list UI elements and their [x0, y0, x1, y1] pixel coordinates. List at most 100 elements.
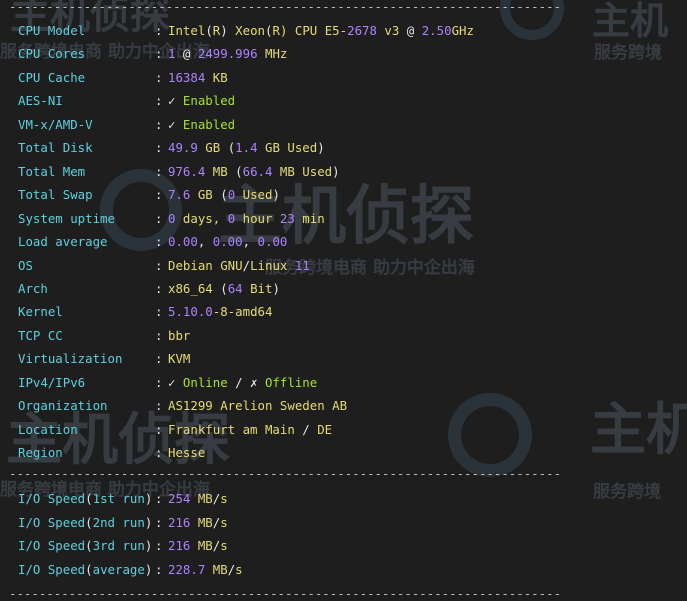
value-token: Xeon	[227, 23, 266, 38]
key-token: 2nd run	[92, 514, 145, 530]
key-token: I/O Speed	[18, 491, 86, 506]
info-value: 7.6 GB (0 Used)	[168, 187, 280, 203]
value-token: 254	[168, 491, 191, 506]
info-key: CPU Cores	[18, 46, 86, 62]
io-separator: :	[155, 514, 163, 530]
info-separator: :	[155, 351, 163, 367]
separator-mid: ----------------------------------------…	[9, 467, 562, 481]
io-key: I/O Speed(average)	[18, 562, 152, 578]
info-value: KVM	[168, 351, 190, 367]
key-token: )	[144, 491, 153, 506]
info-value: 49.9 GB (1.4 GB Used)	[168, 140, 325, 156]
key-token: I/O Speed	[18, 538, 86, 553]
key-token: I/O Speed	[18, 561, 86, 577]
value-token: 216	[168, 538, 191, 553]
info-key: Location	[18, 421, 78, 437]
info-separator: :	[155, 304, 163, 320]
value-token: KB	[205, 69, 228, 85]
info-value: 16384 KB	[168, 70, 228, 86]
key-token: (	[85, 538, 93, 553]
value-token: AS1299 Arelion Sweden AB	[168, 398, 348, 414]
value-token: Enabled	[175, 116, 236, 132]
value-token: (	[265, 23, 273, 38]
key-token: )	[144, 538, 153, 553]
info-key: Arch	[18, 280, 48, 296]
info-key: System uptime	[18, 210, 115, 226]
info-separator: :	[155, 257, 163, 273]
info-separator: :	[155, 327, 163, 343]
value-token: Hesse	[168, 445, 206, 461]
value-token: 49.9	[168, 140, 198, 156]
value-token: GB	[197, 140, 228, 156]
info-separator: :	[155, 23, 163, 38]
separator-bottom: ----------------------------------------…	[9, 587, 562, 601]
value-token: x86_64	[168, 280, 221, 296]
value-token: /	[302, 421, 310, 437]
value-token: 23	[279, 210, 295, 226]
key-token: 1st run	[92, 491, 145, 506]
info-separator: :	[155, 116, 163, 132]
value-token: MB	[205, 163, 236, 179]
info-separator: :	[155, 187, 163, 203]
key-token: I/O Speed	[18, 514, 86, 530]
value-token: s	[220, 514, 228, 530]
value-token: )	[332, 163, 340, 179]
value-token: s	[220, 491, 228, 506]
terminal-output[interactable]: 主机侦探 服务跨境电商 助力中企出海 主机 服务跨境 主机侦探 服务跨境电商 助…	[0, 0, 687, 601]
value-token: 0.00	[212, 234, 243, 250]
info-value: Debian GNU/Linux 11	[168, 258, 310, 274]
key-token: (	[85, 491, 93, 506]
io-key: I/O Speed(1st run)	[18, 491, 152, 507]
value-token: Offline	[257, 374, 318, 390]
info-separator: :	[155, 280, 163, 296]
value-token: @	[175, 46, 198, 62]
value-token: (	[205, 23, 213, 38]
info-value: 0 days, 0 hour 23 min	[168, 211, 325, 227]
info-key: TCP CC	[18, 327, 63, 343]
info-value: 5.10.0-8-amd64	[168, 304, 272, 320]
value-token: )	[220, 23, 228, 38]
separator-top: ----------------------------------------…	[9, 0, 562, 14]
value-token: MB	[205, 561, 228, 577]
watermark-logo-icon	[448, 393, 532, 477]
info-key: IPv4/IPv6	[18, 374, 86, 390]
key-token: average	[92, 561, 145, 577]
info-key: CPU Model	[18, 23, 86, 38]
value-token: s	[235, 561, 243, 577]
value-token: 0.00	[257, 234, 288, 250]
io-key: I/O Speed(2nd run)	[18, 515, 152, 531]
io-separator: :	[155, 538, 163, 553]
value-token: (	[220, 187, 228, 203]
value-token: )	[272, 187, 280, 203]
value-token: min	[294, 210, 325, 226]
value-token: v3	[376, 23, 407, 38]
value-token: 1.4	[235, 140, 258, 156]
value-token: Bit	[242, 280, 273, 296]
value-token: /	[242, 257, 251, 273]
value-token: 0.00	[168, 234, 198, 250]
value-token: MB	[190, 538, 213, 553]
io-value: 254 MB/s	[168, 491, 228, 507]
value-token: 16384	[168, 69, 206, 85]
value-token: ,	[242, 234, 258, 250]
value-token: Linux	[250, 257, 295, 273]
info-separator: :	[155, 69, 163, 85]
value-token: )	[272, 280, 280, 296]
io-value: 216 MB/s	[168, 538, 228, 554]
info-separator: :	[155, 46, 163, 62]
value-token: hour	[235, 210, 280, 226]
value-token: bbr	[168, 327, 191, 343]
info-value: x86_64 (64 Bit)	[168, 281, 280, 297]
info-value: ✓ Enabled	[168, 93, 235, 109]
key-token: (	[85, 514, 93, 530]
value-token: 2.50	[414, 23, 452, 38]
info-key: OS	[18, 257, 33, 273]
value-token: GB Used	[257, 140, 318, 156]
info-separator: :	[155, 234, 163, 250]
value-token: 2499.996	[197, 46, 258, 62]
info-value: Intel(R) Xeon(R) CPU E5-2678 v3 @ 2.50GH…	[168, 23, 474, 39]
info-value: ✓ Online / ✗ Offline	[168, 375, 317, 391]
info-separator: :	[155, 210, 163, 226]
value-token: days,	[175, 210, 228, 226]
value-token: 66.4	[242, 163, 273, 179]
